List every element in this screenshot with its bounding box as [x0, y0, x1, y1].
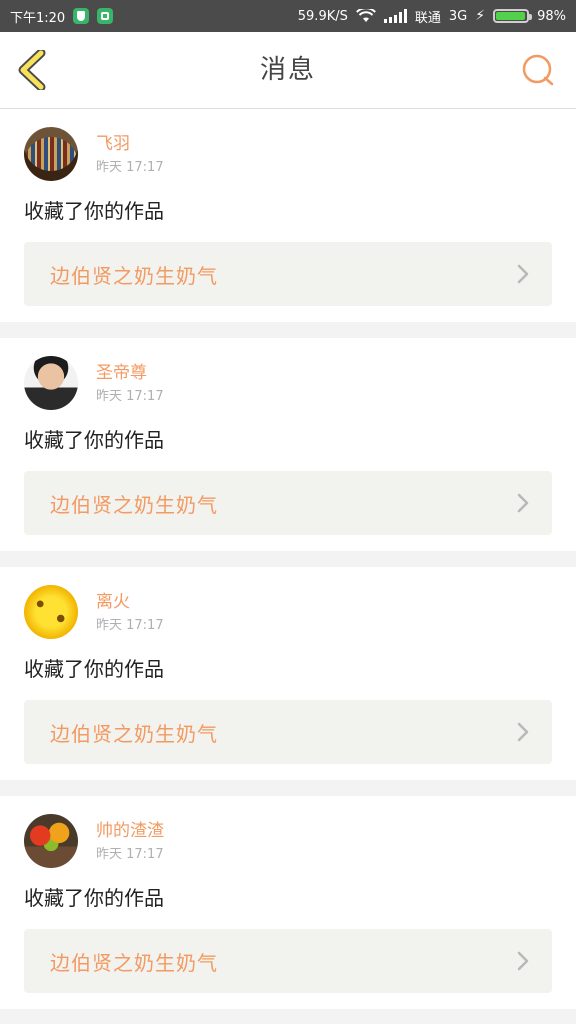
- status-time: 下午1:20: [10, 10, 66, 26]
- username[interactable]: 圣帝尊: [96, 358, 164, 383]
- avatar[interactable]: [24, 356, 78, 410]
- work-title: 边伯贤之奶生奶气: [50, 721, 218, 746]
- message-action: 收藏了你的作品: [24, 199, 164, 223]
- message-time: 昨天 17:17: [96, 847, 164, 862]
- charging-bolt-icon: ⚡: [475, 8, 486, 24]
- avatar[interactable]: [24, 127, 78, 181]
- message-card: 帅的渣渣 昨天 17:17 收藏了你的作品 边伯贤之奶生奶气: [0, 796, 576, 1009]
- work-link[interactable]: 边伯贤之奶生奶气: [24, 929, 552, 993]
- message-card: 飞羽 昨天 17:17 收藏了你的作品 边伯贤之奶生奶气: [0, 109, 576, 322]
- message-time: 昨天 17:17: [96, 618, 164, 633]
- work-title: 边伯贤之奶生奶气: [50, 950, 218, 975]
- message-action: 收藏了你的作品: [24, 428, 164, 452]
- work-link[interactable]: 边伯贤之奶生奶气: [24, 471, 552, 535]
- battery-icon: [493, 9, 533, 23]
- top-bar: 消息: [0, 32, 576, 109]
- carrier-name: 联通: [414, 10, 441, 26]
- username[interactable]: 帅的渣渣: [96, 816, 164, 841]
- network-type: 3G: [448, 8, 468, 24]
- status-right: 59.9K/S 联通 3G ⚡ 98%: [298, 7, 566, 26]
- work-title: 边伯贤之奶生奶气: [50, 263, 218, 288]
- wifi-icon: [355, 9, 376, 22]
- battery-level-fill: [496, 12, 526, 20]
- message-header: 圣帝尊 昨天 17:17: [24, 356, 552, 410]
- avatar[interactable]: [24, 585, 78, 639]
- app-notification-icon: [97, 8, 114, 24]
- message-header: 飞羽 昨天 17:17: [24, 127, 552, 181]
- message-meta: 圣帝尊 昨天 17:17: [96, 356, 164, 404]
- avatar[interactable]: [24, 814, 78, 868]
- message-card: 离火 昨天 17:17 收藏了你的作品 边伯贤之奶生奶气: [0, 567, 576, 780]
- signal-icon: [383, 9, 407, 23]
- status-left: 下午1:20: [10, 7, 114, 26]
- message-time: 昨天 17:17: [96, 389, 164, 404]
- chevron-right-icon: [517, 493, 529, 513]
- search-button[interactable]: [520, 52, 556, 88]
- page-title: 消息: [259, 55, 316, 85]
- username[interactable]: 飞羽: [96, 129, 164, 154]
- battery-percent: 98%: [537, 8, 566, 24]
- shield-app-icon: [73, 8, 90, 24]
- message-header: 离火 昨天 17:17: [24, 585, 552, 639]
- chevron-right-icon: [517, 951, 529, 971]
- work-link[interactable]: 边伯贤之奶生奶气: [24, 700, 552, 764]
- message-time: 昨天 17:17: [96, 160, 164, 175]
- message-action: 收藏了你的作品: [24, 657, 164, 681]
- message-meta: 离火 昨天 17:17: [96, 585, 164, 633]
- work-link[interactable]: 边伯贤之奶生奶气: [24, 242, 552, 306]
- status-bar: 下午1:20 59.9K/S 联通 3G ⚡ 98%: [0, 0, 576, 32]
- username[interactable]: 离火: [96, 587, 164, 612]
- work-title: 边伯贤之奶生奶气: [50, 492, 218, 517]
- chevron-right-icon: [517, 264, 529, 284]
- search-icon: [522, 54, 554, 86]
- message-card: 圣帝尊 昨天 17:17 收藏了你的作品 边伯贤之奶生奶气: [0, 338, 576, 551]
- message-list: 飞羽 昨天 17:17 收藏了你的作品 边伯贤之奶生奶气 圣帝尊 昨天 17:1…: [0, 109, 576, 1009]
- chevron-right-icon: [517, 722, 529, 742]
- message-action: 收藏了你的作品: [24, 886, 164, 910]
- message-meta: 飞羽 昨天 17:17: [96, 127, 164, 175]
- message-meta: 帅的渣渣 昨天 17:17: [96, 814, 164, 862]
- message-header: 帅的渣渣 昨天 17:17: [24, 814, 552, 868]
- network-speed: 59.9K/S: [297, 8, 348, 24]
